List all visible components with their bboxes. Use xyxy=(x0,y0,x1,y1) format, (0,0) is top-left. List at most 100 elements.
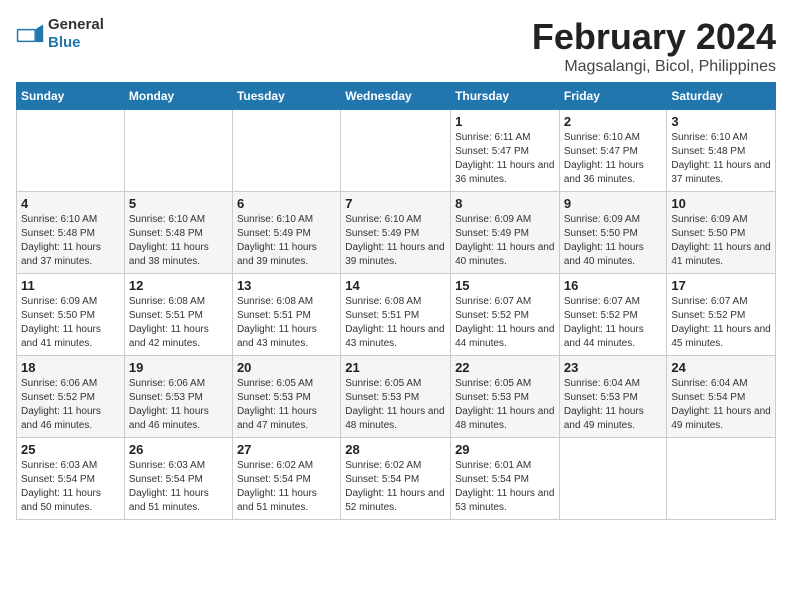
calendar-cell xyxy=(559,438,667,520)
calendar-cell: 17 Sunrise: 6:07 AMSunset: 5:52 PMDayligh… xyxy=(667,274,776,356)
calendar-cell: 19 Sunrise: 6:06 AMSunset: 5:53 PMDayligh… xyxy=(124,356,232,438)
calendar-cell: 20 Sunrise: 6:05 AMSunset: 5:53 PMDayligh… xyxy=(232,356,340,438)
day-detail: Sunrise: 6:09 AMSunset: 5:50 PMDaylight:… xyxy=(564,213,663,269)
day-number: 29 xyxy=(455,442,555,457)
day-number: 9 xyxy=(564,196,663,211)
calendar-cell: 26 Sunrise: 6:03 AMSunset: 5:54 PMDayligh… xyxy=(124,438,232,520)
day-detail: Sunrise: 6:09 AMSunset: 5:49 PMDaylight:… xyxy=(455,213,555,269)
week-row-2: 4 Sunrise: 6:10 AMSunset: 5:48 PMDaylight… xyxy=(17,192,776,274)
day-detail: Sunrise: 6:06 AMSunset: 5:52 PMDaylight:… xyxy=(21,377,120,433)
calendar-cell xyxy=(17,110,125,192)
day-number: 17 xyxy=(671,278,771,293)
day-number: 16 xyxy=(564,278,663,293)
calendar-cell: 1 Sunrise: 6:11 AMSunset: 5:47 PMDaylight… xyxy=(451,110,560,192)
calendar-table: SundayMondayTuesdayWednesdayThursdayFrid… xyxy=(16,82,776,520)
day-number: 24 xyxy=(671,360,771,375)
day-number: 1 xyxy=(455,114,555,129)
day-number: 3 xyxy=(671,114,771,129)
day-detail: Sunrise: 6:02 AMSunset: 5:54 PMDaylight:… xyxy=(345,459,446,515)
day-detail: Sunrise: 6:03 AMSunset: 5:54 PMDaylight:… xyxy=(129,459,228,515)
calendar-cell: 5Sunrise: 6:10 AMSunset: 5:48 PMDaylight… xyxy=(124,192,232,274)
calendar-cell: 22 Sunrise: 6:05 AMSunset: 5:53 PMDayligh… xyxy=(451,356,560,438)
weekday-header-wednesday: Wednesday xyxy=(341,83,451,110)
day-detail: Sunrise: 6:10 AMSunset: 5:49 PMDaylight:… xyxy=(345,213,446,269)
day-number: 15 xyxy=(455,278,555,293)
calendar-cell: 28Sunrise: 6:02 AMSunset: 5:54 PMDayligh… xyxy=(341,438,451,520)
calendar-cell: 9 Sunrise: 6:09 AMSunset: 5:50 PMDaylight… xyxy=(559,192,667,274)
calendar-cell xyxy=(667,438,776,520)
weekday-header-row: SundayMondayTuesdayWednesdayThursdayFrid… xyxy=(17,83,776,110)
calendar-cell xyxy=(232,110,340,192)
day-detail: Sunrise: 6:09 AMSunset: 5:50 PMDaylight:… xyxy=(671,213,771,269)
day-number: 11 xyxy=(21,278,120,293)
day-number: 12 xyxy=(129,278,228,293)
day-detail: Sunrise: 6:05 AMSunset: 5:53 PMDaylight:… xyxy=(237,377,336,433)
logo-icon xyxy=(16,23,44,45)
day-number: 6 xyxy=(237,196,336,211)
weekday-header-sunday: Sunday xyxy=(17,83,125,110)
day-number: 22 xyxy=(455,360,555,375)
calendar-cell: 11 Sunrise: 6:09 AMSunset: 5:50 PMDayligh… xyxy=(17,274,125,356)
week-row-3: 11 Sunrise: 6:09 AMSunset: 5:50 PMDayligh… xyxy=(17,274,776,356)
calendar-cell: 16 Sunrise: 6:07 AMSunset: 5:52 PMDayligh… xyxy=(559,274,667,356)
week-row-1: 1 Sunrise: 6:11 AMSunset: 5:47 PMDaylight… xyxy=(17,110,776,192)
calendar-cell: 18 Sunrise: 6:06 AMSunset: 5:52 PMDayligh… xyxy=(17,356,125,438)
day-number: 2 xyxy=(564,114,663,129)
calendar-cell: 3 Sunrise: 6:10 AMSunset: 5:48 PMDaylight… xyxy=(667,110,776,192)
day-detail: Sunrise: 6:08 AMSunset: 5:51 PMDaylight:… xyxy=(345,295,446,351)
weekday-header-friday: Friday xyxy=(559,83,667,110)
day-detail: Sunrise: 6:07 AMSunset: 5:52 PMDaylight:… xyxy=(455,295,555,351)
day-number: 19 xyxy=(129,360,228,375)
week-row-5: 25Sunrise: 6:03 AMSunset: 5:54 PMDayligh… xyxy=(17,438,776,520)
day-number: 7 xyxy=(345,196,446,211)
day-detail: Sunrise: 6:05 AMSunset: 5:53 PMDaylight:… xyxy=(455,377,555,433)
calendar-cell: 8 Sunrise: 6:09 AMSunset: 5:49 PMDaylight… xyxy=(451,192,560,274)
day-detail: Sunrise: 6:03 AMSunset: 5:54 PMDaylight:… xyxy=(21,459,120,515)
day-detail: Sunrise: 6:05 AMSunset: 5:53 PMDaylight:… xyxy=(345,377,446,433)
day-detail: Sunrise: 6:02 AMSunset: 5:54 PMDaylight:… xyxy=(237,459,336,515)
day-number: 20 xyxy=(237,360,336,375)
calendar-cell: 21 Sunrise: 6:05 AMSunset: 5:53 PMDayligh… xyxy=(341,356,451,438)
calendar-cell: 25Sunrise: 6:03 AMSunset: 5:54 PMDayligh… xyxy=(17,438,125,520)
calendar-cell: 6 Sunrise: 6:10 AMSunset: 5:49 PMDaylight… xyxy=(232,192,340,274)
week-row-4: 18 Sunrise: 6:06 AMSunset: 5:52 PMDayligh… xyxy=(17,356,776,438)
calendar-cell: 29 Sunrise: 6:01 AMSunset: 5:54 PMDayligh… xyxy=(451,438,560,520)
day-number: 4 xyxy=(21,196,120,211)
title-area: February 2024 Magsalangi, Bicol, Philipp… xyxy=(532,16,776,76)
calendar-cell: 10Sunrise: 6:09 AMSunset: 5:50 PMDayligh… xyxy=(667,192,776,274)
day-detail: Sunrise: 6:01 AMSunset: 5:54 PMDaylight:… xyxy=(455,459,555,515)
day-detail: Sunrise: 6:10 AMSunset: 5:48 PMDaylight:… xyxy=(129,213,228,269)
calendar-title: February 2024 xyxy=(532,16,776,58)
weekday-header-saturday: Saturday xyxy=(667,83,776,110)
calendar-subtitle: Magsalangi, Bicol, Philippines xyxy=(532,58,776,76)
calendar-cell xyxy=(341,110,451,192)
day-detail: Sunrise: 6:07 AMSunset: 5:52 PMDaylight:… xyxy=(671,295,771,351)
day-detail: Sunrise: 6:07 AMSunset: 5:52 PMDaylight:… xyxy=(564,295,663,351)
calendar-cell: 7 Sunrise: 6:10 AMSunset: 5:49 PMDaylight… xyxy=(341,192,451,274)
day-number: 8 xyxy=(455,196,555,211)
day-detail: Sunrise: 6:10 AMSunset: 5:49 PMDaylight:… xyxy=(237,213,336,269)
day-detail: Sunrise: 6:04 AMSunset: 5:54 PMDaylight:… xyxy=(671,377,771,433)
day-number: 23 xyxy=(564,360,663,375)
day-detail: Sunrise: 6:06 AMSunset: 5:53 PMDaylight:… xyxy=(129,377,228,433)
calendar-cell: 24 Sunrise: 6:04 AMSunset: 5:54 PMDayligh… xyxy=(667,356,776,438)
calendar-cell: 12 Sunrise: 6:08 AMSunset: 5:51 PMDayligh… xyxy=(124,274,232,356)
day-detail: Sunrise: 6:08 AMSunset: 5:51 PMDaylight:… xyxy=(129,295,228,351)
calendar-cell xyxy=(124,110,232,192)
day-detail: Sunrise: 6:10 AMSunset: 5:48 PMDaylight:… xyxy=(21,213,120,269)
calendar-cell: 14Sunrise: 6:08 AMSunset: 5:51 PMDayligh… xyxy=(341,274,451,356)
day-number: 27 xyxy=(237,442,336,457)
day-detail: Sunrise: 6:10 AMSunset: 5:48 PMDaylight:… xyxy=(671,131,771,187)
calendar-cell: 23Sunrise: 6:04 AMSunset: 5:53 PMDayligh… xyxy=(559,356,667,438)
weekday-header-monday: Monday xyxy=(124,83,232,110)
day-number: 21 xyxy=(345,360,446,375)
weekday-header-thursday: Thursday xyxy=(451,83,560,110)
day-number: 26 xyxy=(129,442,228,457)
weekday-header-tuesday: Tuesday xyxy=(232,83,340,110)
day-detail: Sunrise: 6:11 AMSunset: 5:47 PMDaylight:… xyxy=(455,131,555,187)
calendar-cell: 4 Sunrise: 6:10 AMSunset: 5:48 PMDaylight… xyxy=(17,192,125,274)
logo: General Blue xyxy=(16,16,104,52)
day-detail: Sunrise: 6:08 AMSunset: 5:51 PMDaylight:… xyxy=(237,295,336,351)
day-detail: Sunrise: 6:09 AMSunset: 5:50 PMDaylight:… xyxy=(21,295,120,351)
day-number: 18 xyxy=(21,360,120,375)
